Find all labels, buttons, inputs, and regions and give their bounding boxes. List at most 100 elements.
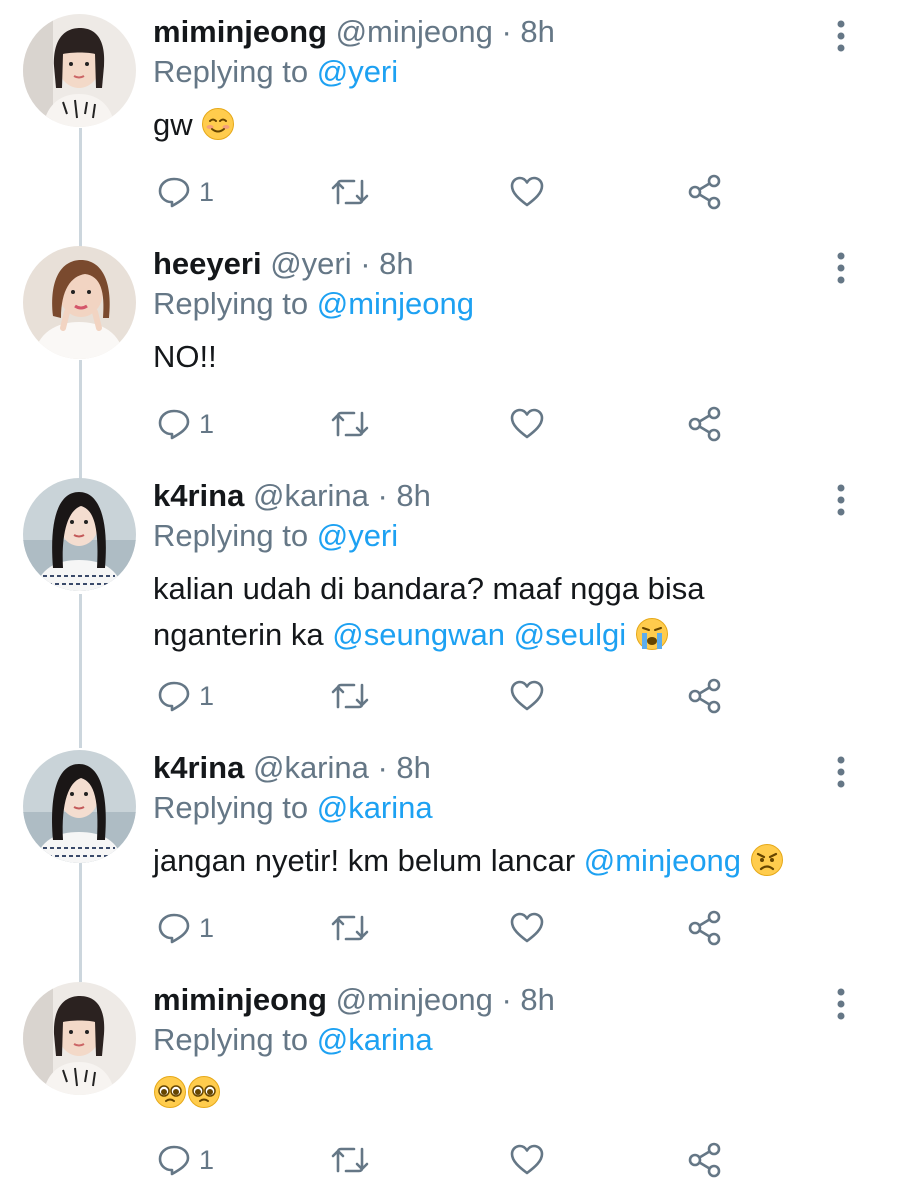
display-name[interactable]: miminjeong xyxy=(153,982,327,1017)
share-button[interactable] xyxy=(687,172,723,212)
tweet-actions: 1 xyxy=(157,676,777,716)
reply-tweet[interactable]: k4rina @karina · 8h Replying to @karina … xyxy=(0,736,901,968)
share-icon xyxy=(688,910,721,946)
reply-icon xyxy=(158,1145,190,1176)
retweet-button[interactable] xyxy=(330,676,370,716)
more-options-icon[interactable] xyxy=(829,482,853,518)
replying-to: Replying to @minjeong xyxy=(153,284,474,324)
mention-link[interactable]: @yeri xyxy=(317,54,398,89)
replying-label: Replying to xyxy=(153,1022,309,1057)
reply-count: 1 xyxy=(199,912,215,943)
heart-icon xyxy=(510,1144,544,1175)
tweet-actions: 1 xyxy=(157,172,777,212)
avatar[interactable] xyxy=(23,982,136,1095)
replying-to: Replying to @karina xyxy=(153,1020,433,1060)
mention-link[interactable]: @minjeong xyxy=(584,843,741,878)
tweet-text: gw xyxy=(153,102,833,154)
display-name[interactable]: k4rina xyxy=(153,478,244,513)
share-button[interactable] xyxy=(687,908,723,948)
replying-to: Replying to @karina xyxy=(153,788,433,828)
retweet-button[interactable] xyxy=(330,908,370,948)
display-name[interactable]: k4rina xyxy=(153,750,244,785)
tweet-text-line: gw xyxy=(153,107,193,142)
heart-icon xyxy=(510,408,544,439)
tweet-header: k4rina @karina · 8h xyxy=(153,476,431,516)
like-button[interactable] xyxy=(509,676,545,716)
retweet-button[interactable] xyxy=(330,404,370,444)
reply-count: 1 xyxy=(199,680,215,711)
replying-to: Replying to @yeri xyxy=(153,516,398,556)
mention-link[interactable]: @seungwan xyxy=(332,617,505,652)
tweet-text: NO!! xyxy=(153,334,833,380)
tweet-actions: 1 xyxy=(157,404,777,444)
more-options-icon[interactable] xyxy=(829,754,853,790)
like-button[interactable] xyxy=(509,404,545,444)
tweet-text: jangan nyetir! km belum lancar @minjeong xyxy=(153,838,833,890)
retweet-icon xyxy=(331,915,369,941)
tweet-text xyxy=(153,1070,833,1122)
avatar[interactable] xyxy=(23,14,136,127)
retweet-icon xyxy=(331,179,369,205)
display-name[interactable]: miminjeong xyxy=(153,14,327,49)
reply-tweet[interactable]: k4rina @karina · 8h Replying to @yeri ka… xyxy=(0,464,901,714)
share-button[interactable] xyxy=(687,1140,723,1180)
timestamp[interactable]: · 8h xyxy=(501,982,554,1017)
tweet-text: kalian udah di bandara? maaf ngga bisa n… xyxy=(153,566,833,664)
pleading-face-icon xyxy=(153,1075,187,1122)
mention-link[interactable]: @yeri xyxy=(317,518,398,553)
retweet-button[interactable] xyxy=(330,172,370,212)
reply-count: 1 xyxy=(199,176,215,207)
reply-button[interactable]: 1 xyxy=(157,1140,214,1180)
reply-button[interactable]: 1 xyxy=(157,676,214,716)
timestamp[interactable]: · 8h xyxy=(501,14,554,49)
handle[interactable]: @minjeong xyxy=(336,14,493,49)
timestamp[interactable]: · 8h xyxy=(378,478,431,513)
mention-link[interactable]: @seulgi xyxy=(514,617,626,652)
retweet-icon xyxy=(331,411,369,437)
reply-button[interactable]: 1 xyxy=(157,908,214,948)
handle[interactable]: @karina xyxy=(253,750,369,785)
mention-link[interactable]: @minjeong xyxy=(317,286,474,321)
tweet-text-fragment: nganterin ka xyxy=(153,617,333,652)
display-name[interactable]: heeyeri xyxy=(153,246,262,281)
more-options-icon[interactable] xyxy=(829,18,853,54)
pleading-face-icon xyxy=(187,1075,221,1122)
tweet-text-line: NO!! xyxy=(153,339,217,374)
reply-tweet[interactable]: miminjeong @minjeong · 8h Replying to @k… xyxy=(0,968,901,1200)
more-options-icon[interactable] xyxy=(829,250,853,286)
avatar[interactable] xyxy=(23,478,136,591)
like-button[interactable] xyxy=(509,1140,545,1180)
share-button[interactable] xyxy=(687,404,723,444)
reply-count: 1 xyxy=(199,408,215,439)
replying-label: Replying to xyxy=(153,286,309,321)
heart-icon xyxy=(510,680,544,711)
mention-link[interactable]: @karina xyxy=(317,790,433,825)
timestamp[interactable]: · 8h xyxy=(360,246,413,281)
handle[interactable]: @minjeong xyxy=(336,982,493,1017)
mention-link[interactable]: @karina xyxy=(317,1022,433,1057)
avatar[interactable] xyxy=(23,246,136,359)
timestamp[interactable]: · 8h xyxy=(378,750,431,785)
tweet-header: k4rina @karina · 8h xyxy=(153,748,431,788)
reply-button[interactable]: 1 xyxy=(157,404,214,444)
avatar[interactable] xyxy=(23,750,136,863)
reply-tweet[interactable]: heeyeri @yeri · 8h Replying to @minjeong… xyxy=(0,232,901,464)
reply-tweet[interactable]: miminjeong @minjeong · 8h Replying to @y… xyxy=(0,0,901,232)
tweet-actions: 1 xyxy=(157,908,777,948)
retweet-button[interactable] xyxy=(330,1140,370,1180)
share-button[interactable] xyxy=(687,676,723,716)
replying-label: Replying to xyxy=(153,790,309,825)
handle[interactable]: @yeri xyxy=(270,246,351,281)
like-button[interactable] xyxy=(509,908,545,948)
more-options-icon[interactable] xyxy=(829,986,853,1022)
replying-to: Replying to @yeri xyxy=(153,52,398,92)
tweet-text-line: nganterin ka @seungwan @seulgi xyxy=(153,612,833,664)
like-button[interactable] xyxy=(509,172,545,212)
tweet-header: miminjeong @minjeong · 8h xyxy=(153,980,555,1020)
smiling-face-icon xyxy=(201,107,235,154)
handle[interactable]: @karina xyxy=(253,478,369,513)
reply-icon xyxy=(158,409,190,440)
reply-icon xyxy=(158,681,190,712)
heart-icon xyxy=(510,912,544,943)
reply-button[interactable]: 1 xyxy=(157,172,214,212)
